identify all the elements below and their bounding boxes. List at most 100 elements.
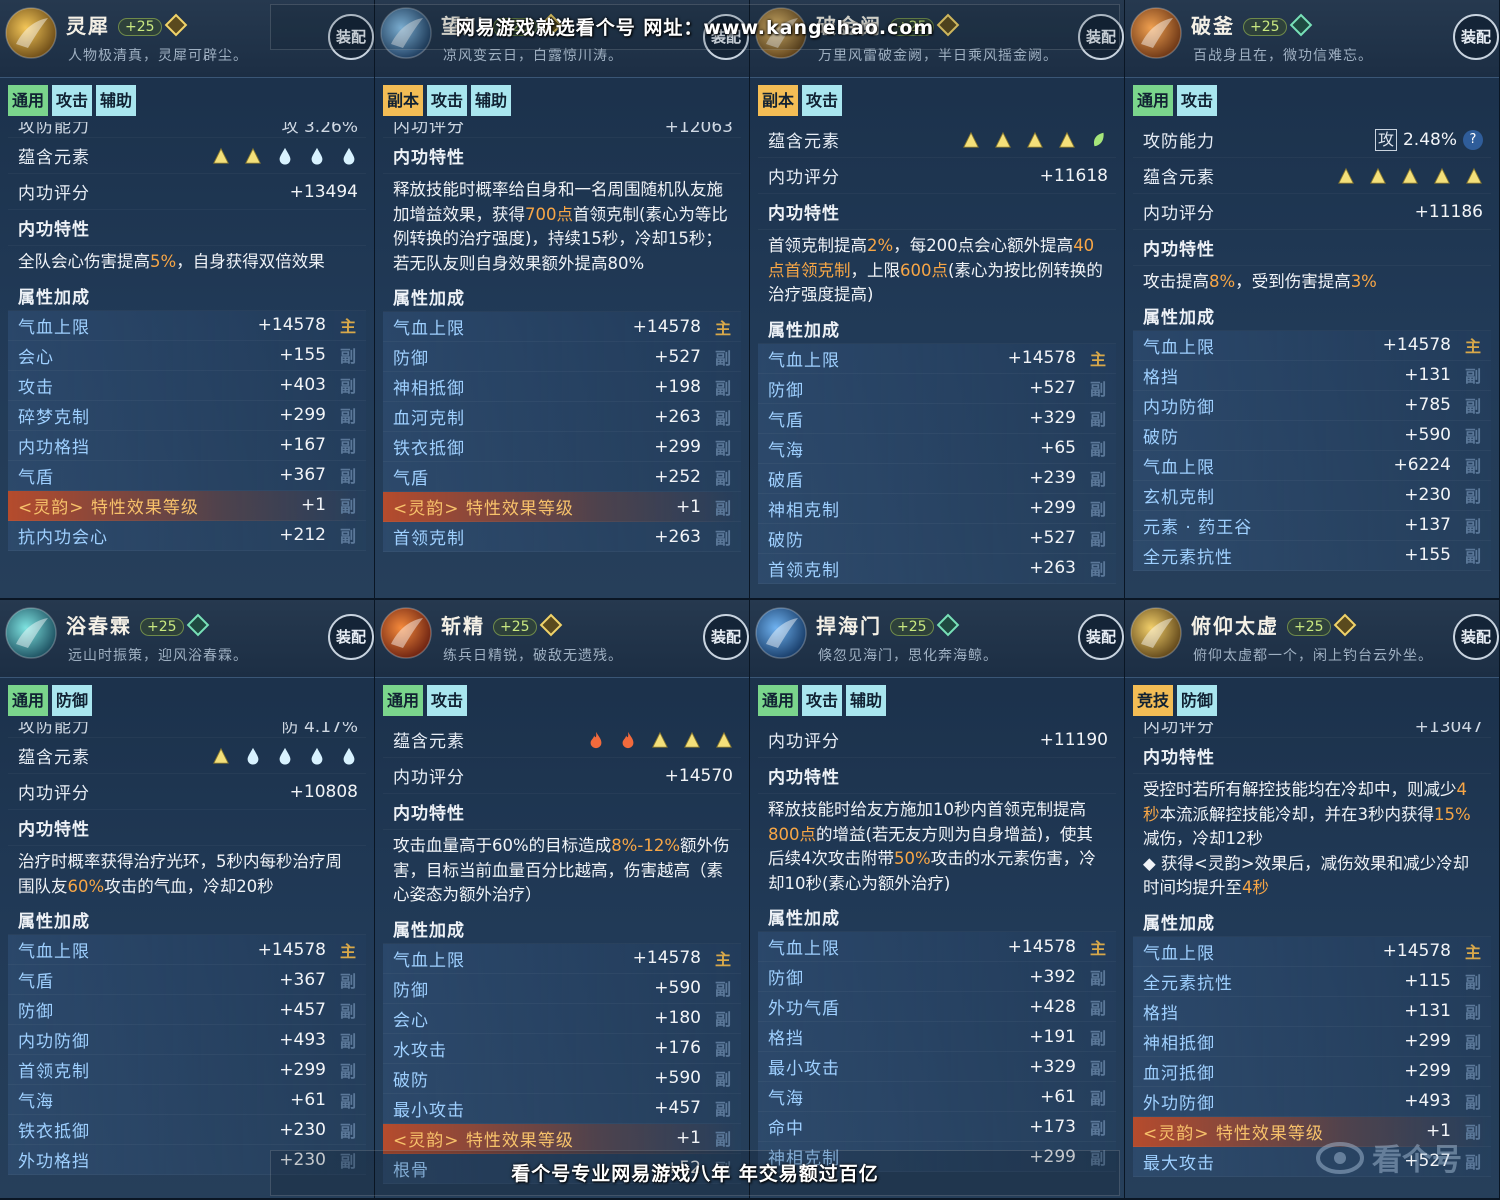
tag-list: 通用 攻击 xyxy=(383,685,468,717)
attr-label: 防御 xyxy=(393,349,429,369)
equip-button[interactable]: 装配 xyxy=(328,14,374,60)
score-label: 内功评分 xyxy=(393,768,465,788)
attr-label: 格挡 xyxy=(1143,1003,1179,1024)
attr-value: +1 xyxy=(1425,1121,1451,1141)
attr-label: 神相抵御 xyxy=(393,379,465,399)
score-label: 内功评分 xyxy=(768,732,840,752)
attr-row: 气海 +61 副 xyxy=(8,1085,366,1115)
attr-row: 气血上限 +14578 主 xyxy=(1133,936,1491,967)
score-label: 内功评分 xyxy=(1143,204,1215,224)
card-name: 浴春霖 +25 xyxy=(66,610,209,639)
attr-row: 气血上限 +14578 主 xyxy=(8,310,366,341)
tag-cyan: 攻击 xyxy=(1177,85,1218,116)
attr-label: 会心 xyxy=(18,347,54,368)
attr-label: 会心 xyxy=(393,1010,429,1031)
help-icon[interactable]: ? xyxy=(1463,129,1483,150)
equip-button[interactable]: 装配 xyxy=(703,614,749,660)
rank-gem-icon xyxy=(1289,13,1312,37)
attr-source-badge: 副 xyxy=(339,1121,356,1141)
attr-label: 最大攻击 xyxy=(1143,1153,1215,1174)
attr-value: +167 xyxy=(279,435,326,455)
attr-value: +1 xyxy=(675,496,701,517)
attr-label: 气血上限 xyxy=(1143,943,1215,964)
attr-row: 破防 +590 副 xyxy=(383,1063,741,1094)
tag-cyan: 辅助 xyxy=(96,85,137,116)
card-motto: 俯仰太虚都一个，闲上钓台云外坐。 xyxy=(1193,648,1433,664)
attr-row: 内功防御 +493 副 xyxy=(8,1025,366,1055)
trait-header: 内功特性 xyxy=(8,810,366,846)
attr-source-badge: 副 xyxy=(714,980,731,999)
stat-list[interactable]: 攻防能力 攻 3.26% 蕴含元素 内功评分 +13494 内功特性 全队会心伤害提高5%，… xyxy=(8,122,366,598)
card-header: 斩精 +25 练兵日精锐，破敌无遗残。 装配 xyxy=(375,600,749,678)
attr-source-badge: 主 xyxy=(1464,943,1481,962)
attr-source-badge: 副 xyxy=(1464,547,1481,566)
stat-list[interactable]: 内功评分 +13047 内功特性 受控时若所有解控技能均在冷却中，则减少4秒本流派解控… xyxy=(1133,722,1491,1198)
attr-label: 破盾 xyxy=(768,470,804,491)
attr-source-badge: 副 xyxy=(1089,998,1106,1018)
row-label: 内功评分 xyxy=(1143,722,1215,737)
attr-source-badge: 副 xyxy=(1089,968,1106,988)
attrs-label: 属性加成 xyxy=(1143,307,1215,328)
element-label: 蕴含元素 xyxy=(1143,168,1215,188)
trait-header: 内功特性 xyxy=(383,138,741,174)
rank-gem-icon xyxy=(936,13,959,37)
card-motto: 远山时振策，迎风浴春霖。 xyxy=(68,648,248,664)
attr-label: 气血上限 xyxy=(768,939,840,959)
attr-value: +230 xyxy=(279,1149,326,1170)
attr-source-badge: 副 xyxy=(339,467,356,486)
attr-label: 格挡 xyxy=(768,1029,804,1049)
attr-source-badge: 副 xyxy=(339,347,356,366)
water-element-icon xyxy=(279,147,291,165)
card-name: 灵犀 +25 xyxy=(66,10,187,39)
tag-list: 副本 攻击 xyxy=(758,85,843,117)
stat-list[interactable]: 蕴含元素 内功评分 +14570 内功特性 攻击血量高于60%的目标造成8%-12%额外… xyxy=(383,722,741,1198)
card-motto: 百战身且在，微功信难忘。 xyxy=(1193,48,1373,64)
attr-value: +14578 xyxy=(1382,941,1451,961)
attr-source-badge: 副 xyxy=(339,407,356,426)
attr-label: 铁衣抵御 xyxy=(18,1122,90,1142)
stat-list[interactable]: 攻防能力 攻 2.48%? 蕴含元素 内功评分 +11186 内功特性 攻击提高8%，受到伤害… xyxy=(1133,122,1491,598)
equip-button[interactable]: 装配 xyxy=(1078,614,1124,660)
card-name: 斩精 +25 xyxy=(441,610,562,639)
attr-label: 气海 xyxy=(768,440,804,461)
attr-row: 气海 +61 副 xyxy=(758,1082,1116,1112)
level-badge: +25 xyxy=(890,18,934,36)
equip-button[interactable]: 装配 xyxy=(1453,614,1499,660)
attr-label: 气血上限 xyxy=(18,317,90,338)
stat-list[interactable]: 攻防能力 防 4.17% 蕴含元素 内功评分 +10808 内功特性 治疗时概率获得治疗光环… xyxy=(8,722,366,1198)
stat-list[interactable]: 内功评分 +12063 内功特性 释放技能时概率给自身和一名周围随机队友施加增益效果，… xyxy=(383,122,741,598)
attr-row: 防御 +457 副 xyxy=(8,995,366,1025)
attr-label: 神相克制 xyxy=(768,500,840,521)
attr-source-badge: 副 xyxy=(1089,1028,1106,1048)
row-value: 防 4.17% xyxy=(281,722,358,737)
trait-description: 全队会心伤害提高5%，自身获得双倍效果 xyxy=(18,252,325,271)
element-icons xyxy=(212,147,358,165)
score-value: +11186 xyxy=(1414,201,1483,222)
attr-source-badge: 副 xyxy=(714,378,731,398)
attr-value: +590 xyxy=(654,1068,701,1088)
attr-source-badge: 副 xyxy=(1464,1123,1481,1142)
attr-value: +61 xyxy=(1040,1086,1076,1107)
equip-button[interactable]: 装配 xyxy=(703,14,749,60)
element-row: 蕴含元素 xyxy=(8,138,366,174)
attr-row: 气血上限 +6224 副 xyxy=(1133,450,1491,481)
attr-source-badge: 副 xyxy=(714,1040,731,1059)
attr-row: 防御 +392 副 xyxy=(758,962,1116,992)
attr-value: +180 xyxy=(654,1008,701,1028)
attr-label: 气血上限 xyxy=(18,942,90,962)
attr-row: 内功防御 +785 副 xyxy=(1133,390,1491,421)
stat-list[interactable]: 蕴含元素 内功评分 +11618 内功特性 首领克制提高2%，每200点会心额外提高40… xyxy=(758,122,1116,598)
stat-list[interactable]: 内功评分 +11190 内功特性 释放技能时给友方施加10秒内首领克制提高800点的增… xyxy=(758,722,1116,1198)
trait-description: 受控时若所有解控技能均在冷却中，则减少4秒本流派解控技能冷却，并在3秒内获得15… xyxy=(1143,780,1471,897)
attr-row: 元素 · 药王谷 +137 副 xyxy=(1133,510,1491,541)
equip-button[interactable]: 装配 xyxy=(1078,14,1124,60)
equip-button[interactable]: 装配 xyxy=(1453,14,1499,60)
attr-source-badge: 副 xyxy=(339,1001,356,1021)
attr-label: 防御 xyxy=(393,980,429,1001)
tag-green: 通用 xyxy=(1133,85,1174,116)
attr-row: 气血上限 +14578 主 xyxy=(758,343,1116,374)
attr-source-badge: 主 xyxy=(1089,350,1106,369)
equip-button[interactable]: 装配 xyxy=(328,614,374,660)
rank-gem-icon xyxy=(164,13,187,37)
row-value: 攻 3.26% xyxy=(281,122,358,137)
